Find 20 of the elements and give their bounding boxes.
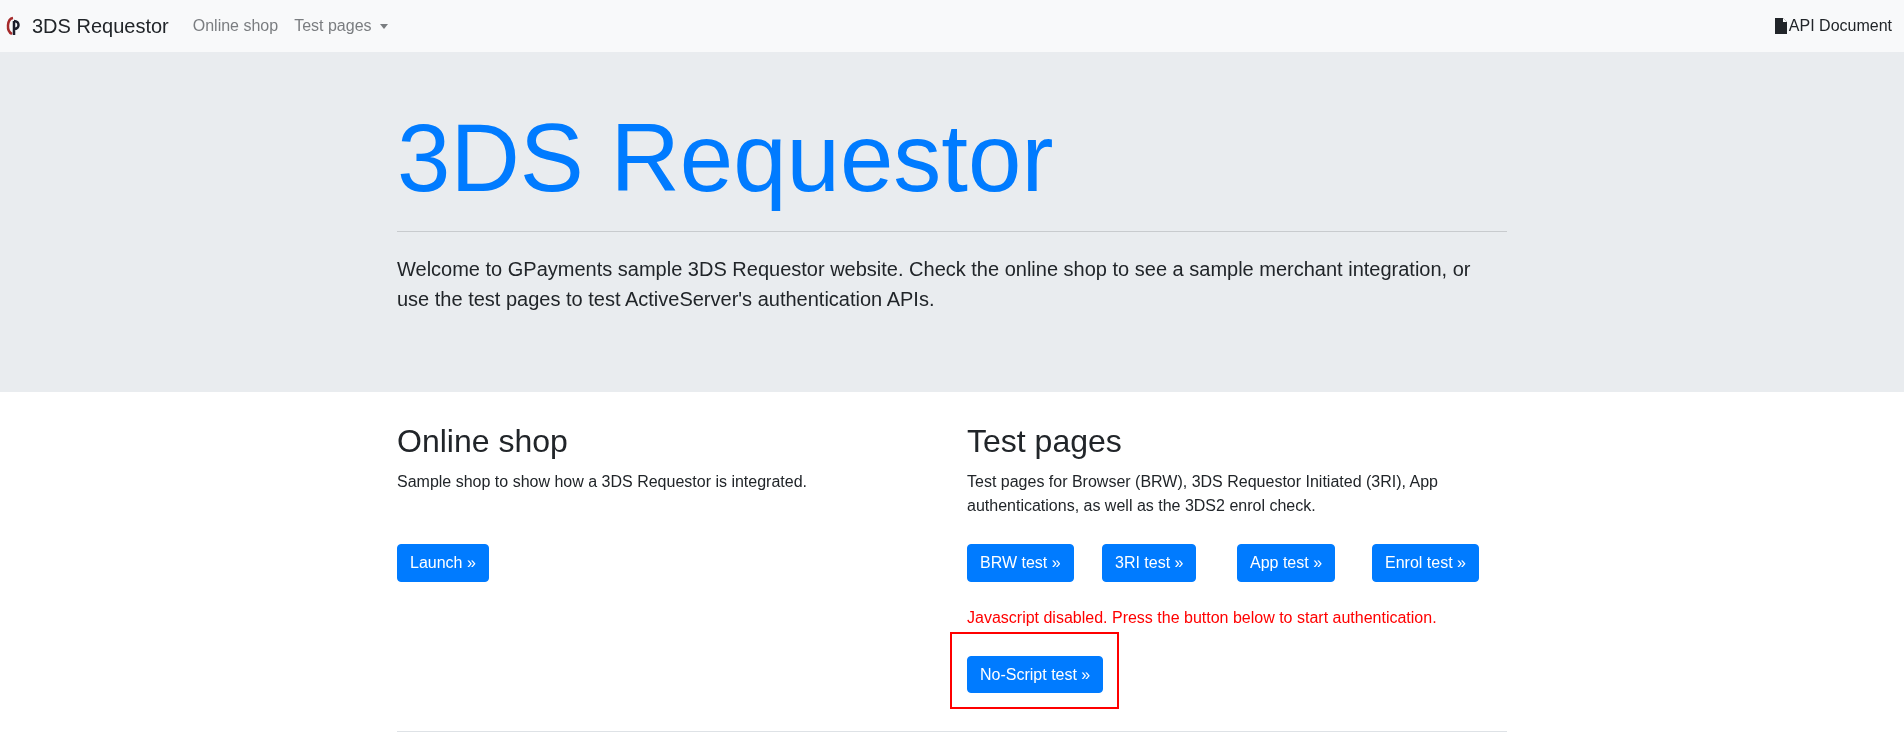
welcome-text: Welcome to GPayments sample 3DS Requestor website. Check the online shop to see a sample merchant integration, or use the test pages to test ActiveServer's authentication APIs. bbox=[397, 257, 1472, 313]
page-title: 3DS Requestor bbox=[397, 103, 1055, 213]
file-icon bbox=[1774, 18, 1787, 34]
section-description: Sample shop to show how a 3DS Requestor is integrated. bbox=[397, 472, 808, 493]
section-heading: Online shop bbox=[397, 422, 569, 461]
caret-icon bbox=[379, 23, 388, 29]
test-button[interactable]: BRW test » bbox=[967, 544, 1074, 582]
warning-text: Javascript disabled. Press the button below to start authentication. bbox=[967, 607, 1438, 628]
test-button[interactable]: App test » bbox=[1237, 544, 1336, 582]
section-description: Test pages for Browser (BRW), 3DS Requestor Initiated (3RI), App authentications, as well as the 3DS2 enrol check. bbox=[967, 472, 1439, 517]
test-button[interactable]: Launch » bbox=[397, 544, 489, 582]
section-heading: Test pages bbox=[967, 422, 1123, 461]
dropdown-toggle[interactable]: Test pages bbox=[294, 17, 388, 35]
api-document-link[interactable]: API Document bbox=[1774, 17, 1892, 35]
test-button[interactable]: Enrol test » bbox=[1372, 544, 1479, 582]
no-script-button[interactable]: No-Script test » bbox=[967, 655, 1104, 693]
nav-link[interactable]: Online shop bbox=[192, 17, 279, 35]
brand-link[interactable]: 3DS Requestor bbox=[6, 14, 169, 38]
logo-icon bbox=[6, 16, 22, 36]
test-button[interactable]: 3RI test » bbox=[1102, 544, 1197, 582]
